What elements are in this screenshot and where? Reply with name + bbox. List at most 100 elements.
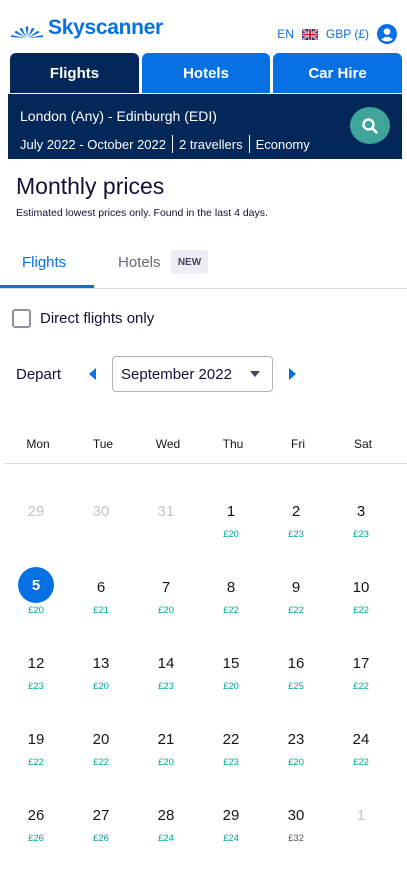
day-number: 31 xyxy=(157,503,175,520)
day-price: £20 xyxy=(158,605,174,616)
day-number: 30 xyxy=(92,503,110,520)
previous-month-button[interactable] xyxy=(84,364,100,384)
day-price: £20 xyxy=(158,757,174,768)
calendar-day: 29 xyxy=(6,503,66,563)
calendar-day[interactable]: 20 £22 xyxy=(71,731,131,791)
search-button[interactable] xyxy=(350,107,390,144)
calendar-day-selected[interactable]: 5 £20 xyxy=(6,567,66,639)
calendar-day[interactable]: 24 £22 xyxy=(331,731,391,791)
day-price: £26 xyxy=(28,833,44,844)
next-month-button[interactable] xyxy=(285,364,301,384)
day-number: 23 xyxy=(287,731,305,748)
calendar-day[interactable]: 21 £20 xyxy=(136,731,196,791)
calendar-day[interactable]: 13 £20 xyxy=(71,655,131,715)
tab-hotels[interactable]: Hotels xyxy=(142,53,270,93)
brand-name: Skyscanner xyxy=(48,16,163,39)
tabs-divider xyxy=(0,288,407,289)
day-number: 7 xyxy=(161,579,171,596)
calendar-day[interactable]: 12 £23 xyxy=(6,655,66,715)
day-price: £22 xyxy=(93,757,109,768)
weekday-label: Thu xyxy=(222,437,244,451)
calendar-day[interactable]: 27 £26 xyxy=(71,807,131,867)
calendar-day[interactable]: 22 £23 xyxy=(201,731,261,791)
calendar-day[interactable]: 2 £23 xyxy=(266,503,326,563)
day-number: 17 xyxy=(352,655,370,672)
header: Skyscanner EN GBP (£) xyxy=(0,0,407,52)
day-price: £20 xyxy=(223,529,239,540)
calendar-day[interactable]: 3 £23 xyxy=(331,503,391,563)
day-number: 16 xyxy=(287,655,305,672)
direct-flights-checkbox[interactable] xyxy=(12,309,31,328)
calendar-day[interactable]: 19 £22 xyxy=(6,731,66,791)
route-text: London (Any) - Edinburgh (EDI) xyxy=(20,108,217,124)
day-price: £24 xyxy=(158,833,174,844)
weekday-header: Mon Tue Wed Thu Fri Sat xyxy=(4,437,407,455)
day-number: 21 xyxy=(157,731,175,748)
chevron-down-icon xyxy=(250,371,260,377)
weekday-label: Wed xyxy=(155,437,181,451)
calendar-day[interactable]: 15 £20 xyxy=(201,655,261,715)
day-price: £22 xyxy=(353,605,369,616)
product-tabs: Flights Hotels Car Hire xyxy=(10,53,402,93)
calendar-day[interactable]: 23 £20 xyxy=(266,731,326,791)
month-select[interactable]: September 2022 xyxy=(112,356,273,392)
day-number: 1 xyxy=(356,807,366,824)
day-price: £20 xyxy=(93,681,109,692)
day-price: £22 xyxy=(353,681,369,692)
direct-flights-label[interactable]: Direct flights only xyxy=(40,310,154,327)
day-price: £23 xyxy=(223,757,239,768)
calendar-day[interactable]: 17 £22 xyxy=(331,655,391,715)
calendar-day[interactable]: 16 £25 xyxy=(266,655,326,715)
calendar-day[interactable]: 8 £22 xyxy=(201,579,261,639)
currency-selector[interactable]: GBP (£) xyxy=(326,27,369,41)
day-number: 19 xyxy=(27,731,45,748)
search-icon xyxy=(362,117,378,134)
day-number: 8 xyxy=(226,579,236,596)
day-price: £23 xyxy=(158,681,174,692)
details-divider xyxy=(248,135,250,153)
tab-flights-prices[interactable]: Flights xyxy=(22,254,66,271)
day-number: 9 xyxy=(291,579,301,596)
day-number: 24 xyxy=(352,731,370,748)
calendar-day[interactable]: 30 £32 xyxy=(266,807,326,867)
header-settings: EN GBP (£) xyxy=(277,24,397,44)
calendar-day[interactable]: 14 £23 xyxy=(136,655,196,715)
day-price: £25 xyxy=(288,681,304,692)
day-number: 29 xyxy=(27,503,45,520)
language-selector[interactable]: EN xyxy=(277,27,294,41)
search-summary[interactable]: London (Any) - Edinburgh (EDI) July 2022… xyxy=(8,94,402,159)
day-number: 15 xyxy=(222,655,240,672)
day-number: 13 xyxy=(92,655,110,672)
chevron-right-icon xyxy=(289,368,296,380)
calendar-day[interactable]: 1 £20 xyxy=(201,503,261,563)
day-number: 10 xyxy=(352,579,370,596)
day-price: £23 xyxy=(353,529,369,540)
tab-flights[interactable]: Flights xyxy=(10,53,139,93)
calendar-day[interactable]: 10 £22 xyxy=(331,579,391,639)
calendar-day: 1 xyxy=(331,807,391,867)
day-price: £22 xyxy=(223,605,239,616)
day-number: 1 xyxy=(226,503,236,520)
uk-flag-icon[interactable] xyxy=(301,28,318,40)
calendar-day: 31 xyxy=(136,503,196,563)
day-number: 28 xyxy=(157,807,175,824)
calendar-day[interactable]: 7 £20 xyxy=(136,579,196,639)
day-number: 3 xyxy=(356,503,366,520)
account-icon[interactable] xyxy=(377,24,397,44)
calendar-day[interactable]: 6 £21 xyxy=(71,579,131,639)
day-price: £20 xyxy=(288,757,304,768)
calendar-day[interactable]: 29 £24 xyxy=(201,807,261,867)
day-number: 26 xyxy=(27,807,45,824)
calendar-day[interactable]: 9 £22 xyxy=(266,579,326,639)
cabin-class: Economy xyxy=(255,136,310,152)
day-price: £23 xyxy=(28,681,44,692)
tab-hotels-prices[interactable]: Hotels xyxy=(118,254,161,271)
weekday-divider xyxy=(4,463,407,464)
travellers-count: 2 travellers xyxy=(178,136,243,152)
calendar-day[interactable]: 28 £24 xyxy=(136,807,196,867)
tab-car-hire[interactable]: Car Hire xyxy=(273,53,402,93)
skyscanner-logo[interactable]: Skyscanner xyxy=(10,14,163,42)
day-number: 29 xyxy=(222,807,240,824)
chevron-left-icon xyxy=(89,368,96,380)
calendar-day[interactable]: 26 £26 xyxy=(6,807,66,867)
